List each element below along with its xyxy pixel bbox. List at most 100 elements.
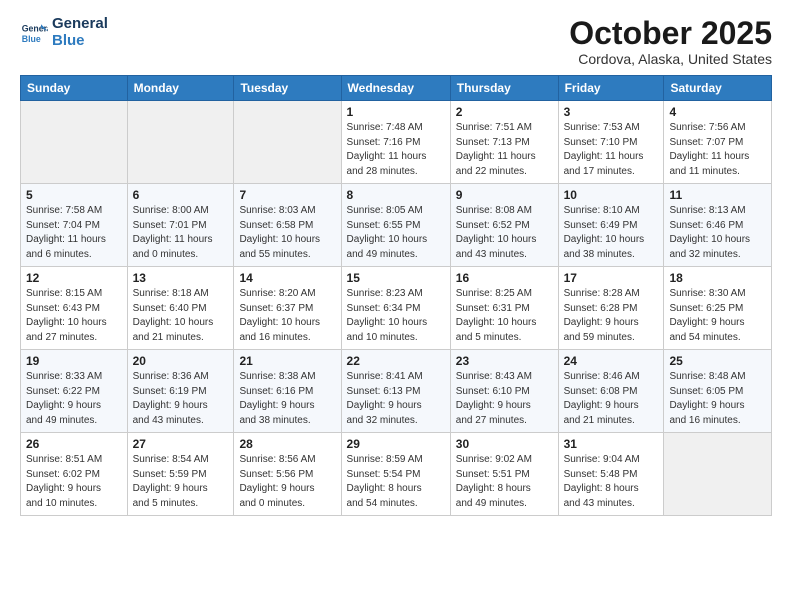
calendar-cell: 19 Sunrise: 8:33 AMSunset: 6:22 PMDayligh…: [21, 350, 128, 433]
page: General Blue General Blue October 2025 C…: [0, 0, 792, 612]
calendar-cell: 2Sunrise: 7:51 AMSunset: 7:13 PMDaylight…: [450, 101, 558, 184]
calendar-cell: 1 Sunrise: 7:48 AMSunset: 7:16 PMDaylight…: [341, 101, 450, 184]
day-number: 13: [133, 271, 229, 285]
day-info: Sunrise: 8:05 AMSunset: 6:55 PMDaylight:…: [347, 204, 445, 262]
day-info: Sunrise: 8:08 AMSunset: 6:52 PMDaylight:…: [456, 204, 553, 262]
day-info: Sunrise: 8:33 AMSunset: 6:22 PMDaylight:…: [26, 370, 122, 428]
day-info: Sunrise: 7:48 AMSunset: 7:16 PMDaylight:…: [347, 121, 445, 179]
calendar-cell: 10 Sunrise: 8:10 AMSunset: 6:49 PMDayligh…: [558, 184, 664, 267]
day-info: Sunrise: 8:00 AMSunset: 7:01 PMDaylight:…: [133, 204, 229, 262]
calendar-cell: 28 Sunrise: 8:56 AMSunset: 5:56 PMDayligh…: [234, 433, 341, 516]
calendar-cell: 29Sunrise: 8:59 AMSunset: 5:54 PMDayligh…: [341, 433, 450, 516]
day-number: 26: [26, 437, 122, 451]
logo-icon: General Blue: [20, 19, 48, 47]
calendar-week-3: 12 Sunrise: 8:15 AMSunset: 6:43 PMDayligh…: [21, 267, 772, 350]
day-number: 28: [239, 437, 335, 451]
calendar-week-4: 19 Sunrise: 8:33 AMSunset: 6:22 PMDayligh…: [21, 350, 772, 433]
calendar-cell: 23Sunrise: 8:43 AMSunset: 6:10 PMDayligh…: [450, 350, 558, 433]
day-number: 8: [347, 188, 445, 202]
dow-header-saturday: Saturday: [664, 76, 772, 101]
calendar: SundayMondayTuesdayWednesdayThursdayFrid…: [20, 75, 772, 516]
day-number: 6: [133, 188, 229, 202]
sub-title: Cordova, Alaska, United States: [569, 51, 772, 67]
day-info: Sunrise: 8:03 AMSunset: 6:58 PMDaylight:…: [239, 204, 335, 262]
calendar-cell: 12 Sunrise: 8:15 AMSunset: 6:43 PMDayligh…: [21, 267, 128, 350]
day-info: Sunrise: 8:54 AMSunset: 5:59 PMDaylight:…: [133, 453, 229, 511]
calendar-body: 1 Sunrise: 7:48 AMSunset: 7:16 PMDaylight…: [21, 101, 772, 516]
dow-header-friday: Friday: [558, 76, 664, 101]
calendar-cell: 31 Sunrise: 9:04 AMSunset: 5:48 PMDayligh…: [558, 433, 664, 516]
day-info: Sunrise: 8:56 AMSunset: 5:56 PMDaylight:…: [239, 453, 335, 511]
day-number: 24: [564, 354, 659, 368]
calendar-week-2: 5Sunrise: 7:58 AMSunset: 7:04 PMDaylight…: [21, 184, 772, 267]
calendar-cell: 22 Sunrise: 8:41 AMSunset: 6:13 PMDayligh…: [341, 350, 450, 433]
calendar-cell: 27 Sunrise: 8:54 AMSunset: 5:59 PMDayligh…: [127, 433, 234, 516]
logo-line1: General: [52, 16, 108, 33]
calendar-cell: 25Sunrise: 8:48 AMSunset: 6:05 PMDayligh…: [664, 350, 772, 433]
day-info: Sunrise: 8:48 AMSunset: 6:05 PMDaylight:…: [669, 370, 766, 428]
day-number: 20: [133, 354, 229, 368]
title-block: October 2025 Cordova, Alaska, United Sta…: [569, 16, 772, 67]
day-info: Sunrise: 8:41 AMSunset: 6:13 PMDaylight:…: [347, 370, 445, 428]
calendar-cell: [234, 101, 341, 184]
day-info: Sunrise: 7:56 AMSunset: 7:07 PMDaylight:…: [669, 121, 766, 179]
day-number: 3: [564, 105, 659, 119]
day-number: 30: [456, 437, 553, 451]
day-number: 17: [564, 271, 659, 285]
day-number: 19: [26, 354, 122, 368]
day-info: Sunrise: 8:20 AMSunset: 6:37 PMDaylight:…: [239, 287, 335, 345]
calendar-cell: 26 Sunrise: 8:51 AMSunset: 6:02 PMDayligh…: [21, 433, 128, 516]
day-info: Sunrise: 8:15 AMSunset: 6:43 PMDaylight:…: [26, 287, 122, 345]
dow-header-tuesday: Tuesday: [234, 76, 341, 101]
logo: General Blue General Blue: [20, 16, 108, 49]
day-info: Sunrise: 8:23 AMSunset: 6:34 PMDaylight:…: [347, 287, 445, 345]
day-number: 27: [133, 437, 229, 451]
day-info: Sunrise: 8:28 AMSunset: 6:28 PMDaylight:…: [564, 287, 659, 345]
dow-header-sunday: Sunday: [21, 76, 128, 101]
day-of-week-row: SundayMondayTuesdayWednesdayThursdayFrid…: [21, 76, 772, 101]
calendar-cell: 4Sunrise: 7:56 AMSunset: 7:07 PMDaylight…: [664, 101, 772, 184]
calendar-cell: 17 Sunrise: 8:28 AMSunset: 6:28 PMDayligh…: [558, 267, 664, 350]
day-number: 1: [347, 105, 445, 119]
day-info: Sunrise: 8:30 AMSunset: 6:25 PMDaylight:…: [669, 287, 766, 345]
day-info: Sunrise: 7:53 AMSunset: 7:10 PMDaylight:…: [564, 121, 659, 179]
calendar-week-1: 1 Sunrise: 7:48 AMSunset: 7:16 PMDaylight…: [21, 101, 772, 184]
day-number: 21: [239, 354, 335, 368]
day-number: 31: [564, 437, 659, 451]
calendar-cell: 8 Sunrise: 8:05 AMSunset: 6:55 PMDaylight…: [341, 184, 450, 267]
day-info: Sunrise: 8:13 AMSunset: 6:46 PMDaylight:…: [669, 204, 766, 262]
day-number: 7: [239, 188, 335, 202]
day-number: 22: [347, 354, 445, 368]
day-info: Sunrise: 8:59 AMSunset: 5:54 PMDaylight:…: [347, 453, 445, 511]
calendar-cell: 13Sunrise: 8:18 AMSunset: 6:40 PMDayligh…: [127, 267, 234, 350]
dow-header-wednesday: Wednesday: [341, 76, 450, 101]
day-number: 11: [669, 188, 766, 202]
calendar-cell: 24 Sunrise: 8:46 AMSunset: 6:08 PMDayligh…: [558, 350, 664, 433]
calendar-cell: 9 Sunrise: 8:08 AMSunset: 6:52 PMDaylight…: [450, 184, 558, 267]
day-number: 10: [564, 188, 659, 202]
calendar-cell: 7 Sunrise: 8:03 AMSunset: 6:58 PMDaylight…: [234, 184, 341, 267]
calendar-week-5: 26 Sunrise: 8:51 AMSunset: 6:02 PMDayligh…: [21, 433, 772, 516]
day-number: 5: [26, 188, 122, 202]
day-info: Sunrise: 9:04 AMSunset: 5:48 PMDaylight:…: [564, 453, 659, 511]
day-info: Sunrise: 8:38 AMSunset: 6:16 PMDaylight:…: [239, 370, 335, 428]
calendar-cell: 6 Sunrise: 8:00 AMSunset: 7:01 PMDaylight…: [127, 184, 234, 267]
calendar-cell: 15 Sunrise: 8:23 AMSunset: 6:34 PMDayligh…: [341, 267, 450, 350]
day-number: 16: [456, 271, 553, 285]
calendar-cell: [664, 433, 772, 516]
calendar-cell: 5Sunrise: 7:58 AMSunset: 7:04 PMDaylight…: [21, 184, 128, 267]
day-info: Sunrise: 8:51 AMSunset: 6:02 PMDaylight:…: [26, 453, 122, 511]
day-number: 23: [456, 354, 553, 368]
day-info: Sunrise: 8:46 AMSunset: 6:08 PMDaylight:…: [564, 370, 659, 428]
day-number: 15: [347, 271, 445, 285]
day-number: 12: [26, 271, 122, 285]
day-info: Sunrise: 8:36 AMSunset: 6:19 PMDaylight:…: [133, 370, 229, 428]
logo-line2: Blue: [52, 33, 108, 50]
svg-text:Blue: Blue: [22, 33, 41, 43]
calendar-cell: [127, 101, 234, 184]
calendar-cell: 16Sunrise: 8:25 AMSunset: 6:31 PMDayligh…: [450, 267, 558, 350]
day-info: Sunrise: 8:10 AMSunset: 6:49 PMDaylight:…: [564, 204, 659, 262]
day-number: 9: [456, 188, 553, 202]
dow-header-thursday: Thursday: [450, 76, 558, 101]
calendar-cell: 18Sunrise: 8:30 AMSunset: 6:25 PMDayligh…: [664, 267, 772, 350]
